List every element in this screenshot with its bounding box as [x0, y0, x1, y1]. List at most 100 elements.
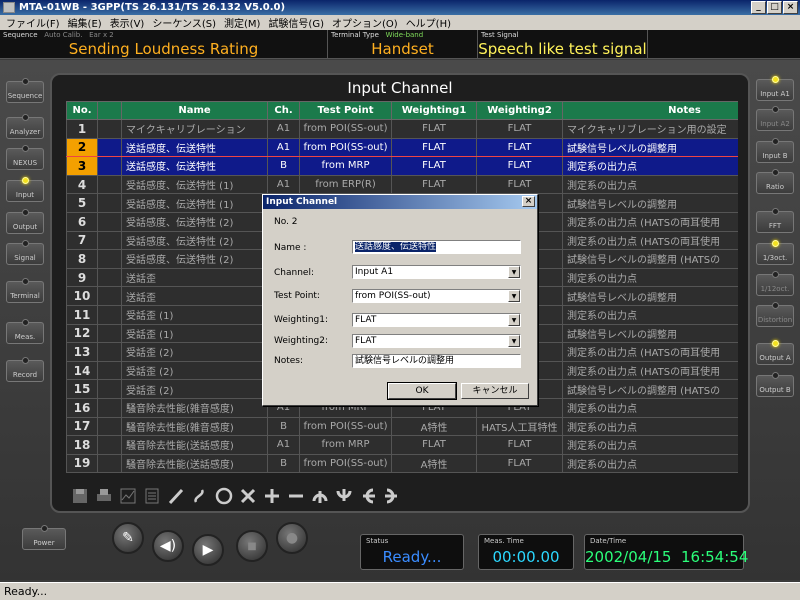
signal-display[interactable]: Test Signal Speech like test signal — [478, 30, 648, 59]
signal-value: Speech like test signal — [478, 40, 647, 58]
col-name[interactable]: Name — [121, 101, 268, 120]
arrow-right-icon[interactable] — [382, 486, 402, 506]
minimize-button[interactable]: _ — [751, 1, 766, 14]
curve-icon[interactable] — [190, 486, 210, 506]
cell-ch: B — [267, 156, 300, 176]
menu-file[interactable]: ファイル(F) — [2, 15, 64, 30]
left-button-sequence[interactable]: Sequence — [6, 78, 44, 103]
left-button-record[interactable]: Record — [6, 357, 44, 382]
right-button-twelfth-octave[interactable]: 1/12oct. — [756, 271, 794, 296]
dropdown-arrow-icon[interactable]: ▼ — [508, 290, 520, 302]
play-button[interactable]: ▶ — [192, 534, 224, 566]
circle-icon[interactable] — [214, 486, 234, 506]
test-point-select[interactable]: from POI(SS-out) ▼ — [352, 289, 521, 303]
right-button-output-b[interactable]: Output B — [756, 372, 794, 397]
col-notes[interactable]: Notes — [562, 101, 738, 120]
col-test-point[interactable]: Test Point — [299, 101, 392, 120]
menu-measure[interactable]: 測定(M) — [220, 15, 264, 30]
col-no[interactable]: No. — [66, 101, 98, 120]
menu-sequence[interactable]: シーケンス(S) — [148, 15, 220, 30]
ok-button[interactable]: OK — [387, 382, 457, 400]
dropdown-arrow-icon[interactable]: ▼ — [508, 266, 520, 278]
ear-label: Ear x 2 — [89, 31, 114, 39]
graph-icon[interactable] — [118, 486, 138, 506]
led-indicator — [22, 114, 29, 121]
left-button-signal[interactable]: Signal — [6, 240, 44, 265]
left-button-terminal[interactable]: Terminal — [6, 278, 44, 303]
right-button-input-a1[interactable]: Input A1 — [756, 76, 794, 101]
cell-marker — [97, 119, 122, 139]
dialog-close-button[interactable]: × — [522, 196, 535, 207]
menu-edit[interactable]: 編集(E) — [64, 15, 106, 30]
list-icon[interactable] — [142, 486, 162, 506]
save-icon[interactable] — [70, 486, 90, 506]
menu-options[interactable]: オプション(O) — [328, 15, 402, 30]
pen-icon[interactable] — [166, 486, 186, 506]
right-button-third-octave[interactable]: 1/3oct. — [756, 240, 794, 265]
col-ch[interactable]: Ch. — [267, 101, 300, 120]
stop-button[interactable]: ■ — [236, 530, 268, 562]
panel-title: Input Channel — [347, 79, 453, 97]
cell-no: 13 — [66, 342, 98, 362]
table-row[interactable]: 4 受話感度、伝送特性 (1) A1 from ERP(R) FLAT FLAT 測定系の出… — [66, 174, 738, 195]
left-button-analyzer[interactable]: Analyzer — [6, 114, 44, 139]
cell-marker — [97, 397, 122, 418]
close-button[interactable]: × — [783, 1, 798, 14]
channel-select[interactable]: Input A1 ▼ — [352, 265, 521, 279]
arrow-up-icon[interactable] — [310, 486, 330, 506]
maximize-button[interactable]: □ — [767, 1, 782, 14]
arrow-left-icon[interactable] — [358, 486, 378, 506]
left-button-input[interactable]: Input — [6, 177, 44, 202]
col-weighting1[interactable]: Weighting1 — [391, 101, 477, 120]
right-button-ratio[interactable]: Ratio — [756, 169, 794, 194]
status-display: Status Ready... — [360, 534, 464, 570]
left-button-meas[interactable]: Meas. — [6, 319, 44, 344]
right-button-input-b[interactable]: Input B — [756, 138, 794, 163]
table-row[interactable]: 2 送話感度、伝送特性 A1 from POI(SS-out) FLAT FLAT 試験信号… — [66, 137, 738, 158]
status-bar: Ready... — [0, 582, 800, 600]
menu-view[interactable]: 表示(V) — [106, 15, 149, 30]
right-button-output-a[interactable]: Output A — [756, 340, 794, 365]
record-button[interactable]: ● — [276, 522, 308, 554]
weighting2-select[interactable]: FLAT ▼ — [352, 334, 521, 348]
right-button-fft[interactable]: FFT — [756, 208, 794, 233]
cell-no: 3 — [66, 156, 98, 176]
cell-name: 受話歪 (2) — [121, 342, 268, 362]
col-weighting2[interactable]: Weighting2 — [476, 101, 563, 120]
table-row[interactable]: 19 騒音除去性能(送話感度) Bfrom POI(SS-out) A特性 FLAT 測定… — [66, 453, 738, 474]
edit-button[interactable]: ✎ — [112, 522, 144, 554]
plus-icon[interactable] — [262, 486, 282, 506]
sound-button[interactable]: ◀) — [152, 530, 184, 562]
right-button-distortion[interactable]: Distortion — [756, 302, 794, 327]
sequence-display[interactable]: Sequence Auto Calib. Ear x 2 Sending Lou… — [0, 30, 328, 59]
right-button-input-a2[interactable]: Input A2 — [756, 106, 794, 131]
cancel-button[interactable]: キャンセル — [461, 383, 529, 399]
menu-test-signal[interactable]: 試験信号(G) — [264, 15, 328, 30]
table-row[interactable]: 1 マイクキャリブレーション A1 from POI(SS-out) FLAT FLAT マ… — [66, 119, 738, 139]
left-button-output[interactable]: Output — [6, 209, 44, 234]
dropdown-arrow-icon[interactable]: ▼ — [508, 314, 520, 326]
cell-ch: A1 — [267, 137, 300, 158]
name-label: Name : — [274, 243, 307, 253]
left-button-nexus[interactable]: NEXUS — [6, 145, 44, 170]
print-icon[interactable] — [94, 486, 114, 506]
arrow-down-icon[interactable] — [334, 486, 354, 506]
weighting1-select[interactable]: FLAT ▼ — [352, 313, 521, 327]
table-row[interactable]: 3 送話感度、伝送特性 Bfrom MRP FLAT FLAT 測定系の出力点 — [66, 156, 738, 176]
cell-test-point: from POI(SS-out) — [299, 416, 392, 437]
cross-icon[interactable] — [238, 486, 258, 506]
notes-input[interactable]: 試験信号レベルの調整用 — [352, 354, 521, 368]
terminal-display[interactable]: Terminal Type Wide-band Handset — [328, 30, 478, 59]
led-indicator — [772, 169, 779, 176]
table-row[interactable]: 17 騒音除去性能(雑音感度) Bfrom POI(SS-out) A特性 HATS人工… — [66, 416, 738, 437]
minus-icon[interactable] — [286, 486, 306, 506]
menu-help[interactable]: ヘルプ(H) — [402, 15, 455, 30]
table-header-row: No. Name Ch. Test Point Weighting1 Weigh… — [66, 101, 738, 120]
cell-name: 送話感度、伝送特性 — [121, 137, 268, 158]
dropdown-arrow-icon[interactable]: ▼ — [508, 335, 520, 347]
col-marker[interactable] — [97, 101, 122, 120]
power-button[interactable]: Power — [22, 525, 66, 550]
table-row[interactable]: 18 騒音除去性能(送話感度) A1 from MRP FLAT FLAT 測定系の出力点 — [66, 435, 738, 455]
sequence-value: Sending Loudness Rating — [68, 40, 259, 58]
name-input[interactable]: 送話感度、伝送特性 — [352, 240, 521, 254]
